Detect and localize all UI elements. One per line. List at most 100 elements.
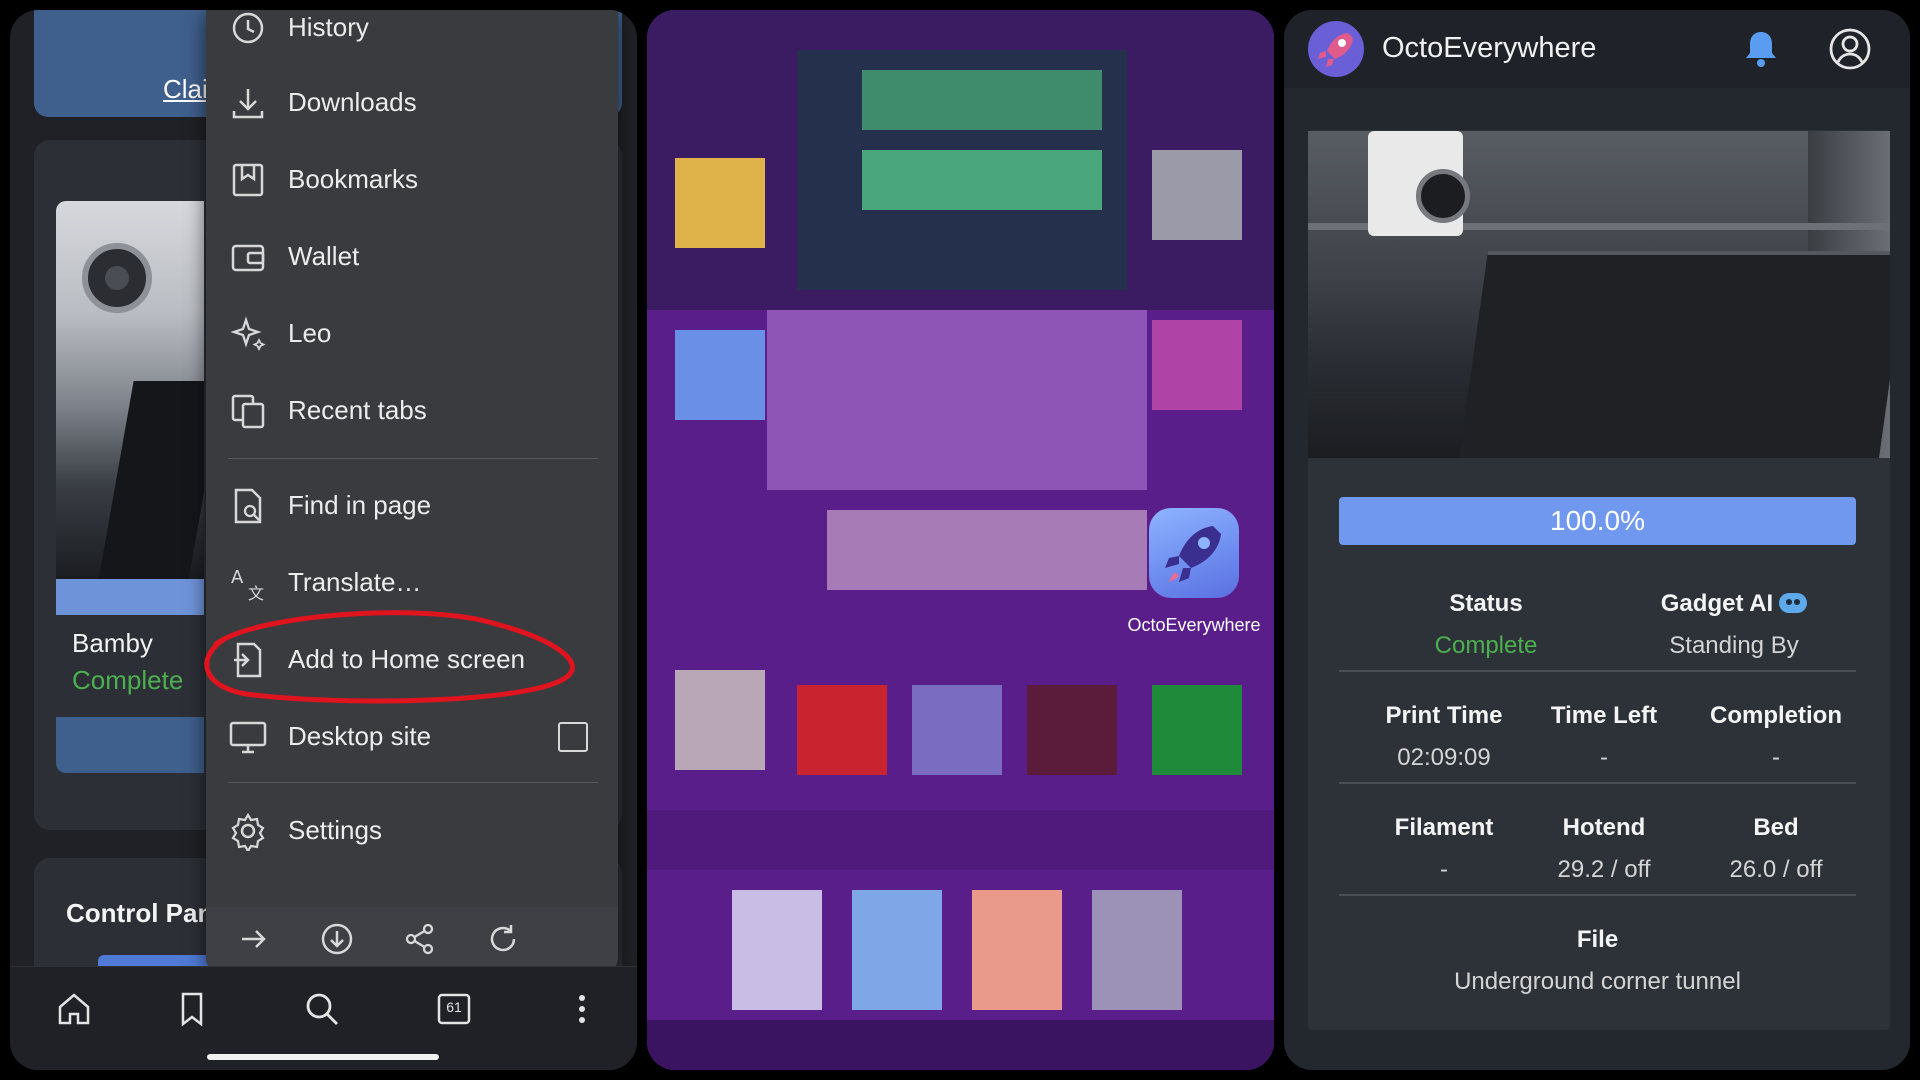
status-cell: Status Complete <box>1396 590 1576 660</box>
wallet-icon <box>231 244 265 272</box>
more-options-icon[interactable] <box>562 989 602 1029</box>
find-in-page-icon <box>234 488 262 524</box>
menu-item-leo[interactable]: Leo <box>206 302 618 366</box>
menu-item-desktop-site[interactable]: Desktop site <box>206 705 618 769</box>
menu-item-label: Wallet <box>288 241 360 271</box>
control-panel-title: Control Pan <box>66 898 214 928</box>
menu-item-settings[interactable]: Settings <box>206 799 618 863</box>
menu-item-recent-tabs[interactable]: Recent tabs <box>206 379 618 443</box>
recent-tabs-icon <box>231 394 265 429</box>
app-title: OctoEverywhere <box>1382 32 1597 64</box>
menu-item-label: Translate… <box>288 567 422 597</box>
printer-progress-strip <box>56 579 204 615</box>
hotend-cell: Hotend 29.2 / off <box>1514 814 1694 884</box>
svg-text:文: 文 <box>248 584 264 603</box>
file-label: File <box>1576 926 1619 953</box>
gear-icon <box>231 812 265 851</box>
account-icon[interactable] <box>1828 27 1872 71</box>
bell-icon[interactable] <box>1740 28 1782 70</box>
red-annotation-circle <box>204 610 575 704</box>
menu-item-label: Downloads <box>288 87 417 117</box>
webcam-bed-graphic <box>1457 251 1890 458</box>
rocket-icon <box>1165 526 1221 582</box>
share-icon[interactable] <box>402 921 438 957</box>
printer-webcam-view[interactable] <box>1308 131 1890 458</box>
menu-item-find-in-page[interactable]: Find in page <box>206 474 618 538</box>
bed-label: Bed <box>1753 814 1799 841</box>
rocket-logo-icon <box>1318 33 1353 67</box>
menu-action-bar <box>206 907 618 972</box>
menu-item-label: Leo <box>288 318 332 348</box>
app-label: OctoEverywhere <box>1127 615 1261 635</box>
svg-text:A: A <box>231 567 244 588</box>
print-progress-bar: 100.0% <box>1339 497 1856 545</box>
menu-item-wallet[interactable]: Wallet <box>206 225 618 289</box>
time-left-cell: Time Left - <box>1514 702 1694 772</box>
reload-icon[interactable] <box>485 921 521 957</box>
printer-thumbnail[interactable] <box>56 201 204 579</box>
home-icon[interactable] <box>54 989 94 1029</box>
bed-cell: Bed 26.0 / off <box>1686 814 1866 884</box>
file-value: Underground corner tunnel <box>1454 968 1741 995</box>
completion-label: Completion <box>1710 702 1842 729</box>
leo-sparkle-icon <box>230 316 266 352</box>
menu-item-label: Find in page <box>288 490 432 520</box>
menu-divider <box>228 458 598 459</box>
printer-name: Bamby <box>72 628 153 658</box>
print-time-value: 02:09:09 <box>1397 744 1491 771</box>
gesture-home-indicator[interactable] <box>207 1054 439 1060</box>
progress-text: 100.0% <box>1550 505 1645 536</box>
desktop-site-checkbox[interactable] <box>558 722 588 752</box>
octoeverywhere-logo <box>1308 21 1364 77</box>
octoeverywhere-panel: OctoEverywhere 100.0% Status Complete Ga… <box>1284 10 1910 1070</box>
time-left-label: Time Left <box>1550 702 1658 729</box>
search-icon[interactable] <box>302 989 342 1029</box>
section-divider <box>1339 670 1856 672</box>
status-label: Status <box>1449 590 1523 617</box>
menu-item-history[interactable]: History <box>206 10 618 60</box>
translate-icon: A文 <box>231 567 264 603</box>
menu-item-label: Recent tabs <box>288 395 427 425</box>
print-time-label: Print Time <box>1385 702 1503 729</box>
home-screen-panel: OctoEverywhere <box>647 10 1274 1070</box>
bed-value: 26.0 / off <box>1729 856 1823 883</box>
menu-item-downloads[interactable]: Downloads <box>206 71 618 135</box>
status-value: Complete <box>1434 632 1538 659</box>
download-icon <box>232 89 264 119</box>
gadget-robot-icon <box>1779 592 1808 613</box>
bookmarks-icon <box>232 163 264 197</box>
menu-divider <box>228 782 598 783</box>
menu-item-label: Settings <box>288 815 382 845</box>
gadget-value: Standing By <box>1669 632 1799 659</box>
printer-frame-graphic <box>98 381 204 579</box>
claim-link[interactable]: Clai <box>163 74 208 105</box>
printer-status: Complete <box>72 665 184 695</box>
gadget-cell: Gadget AI Standing By <box>1614 590 1854 660</box>
time-left-value: - <box>1600 744 1608 771</box>
section-divider <box>1339 782 1856 784</box>
download-circle-icon[interactable] <box>319 921 355 957</box>
menu-item-label: History <box>288 12 369 42</box>
filament-label: Filament <box>1394 814 1494 841</box>
forward-arrow-icon[interactable] <box>236 921 272 957</box>
bookmark-icon[interactable] <box>172 989 212 1029</box>
menu-item-label: Bookmarks <box>288 164 419 194</box>
browser-overflow-menu: History Downloads Bookmarks Wallet Leo R… <box>206 10 618 972</box>
octoeverywhere-app-icon[interactable] <box>1149 508 1239 598</box>
printer-fan-graphic <box>82 243 152 313</box>
printer-open-button[interactable] <box>56 717 204 773</box>
hotend-value: 29.2 / off <box>1557 856 1651 883</box>
history-icon <box>232 12 264 44</box>
section-divider <box>1339 894 1856 896</box>
gadget-label: Gadget AI <box>1660 590 1774 617</box>
print-time-cell: Print Time 02:09:09 <box>1354 702 1534 772</box>
menu-item-label: Desktop site <box>288 721 432 751</box>
webcam-fan-graphic <box>1416 169 1470 223</box>
desktop-icon <box>229 721 267 754</box>
completion-value: - <box>1772 744 1780 771</box>
tab-switcher-button[interactable]: 61 <box>434 989 474 1029</box>
browser-panel: Clai Bamby Complete Control Pan History … <box>10 10 637 1070</box>
filament-cell: Filament - <box>1354 814 1534 884</box>
menu-item-bookmarks[interactable]: Bookmarks <box>206 148 618 212</box>
file-cell: File Underground corner tunnel <box>1339 926 1856 996</box>
